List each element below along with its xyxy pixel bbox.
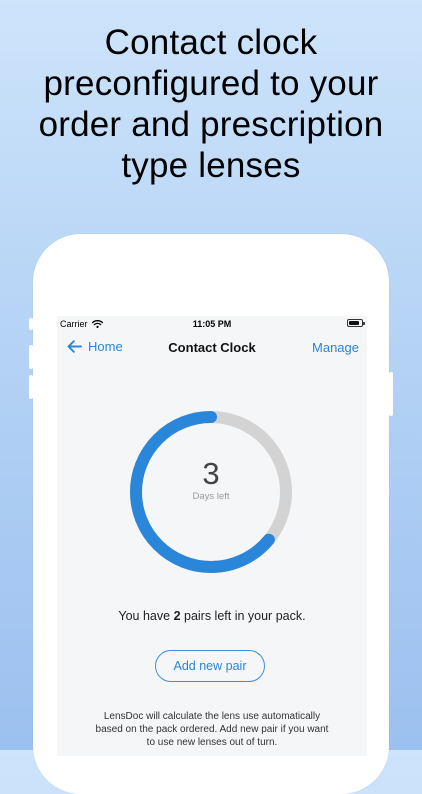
days-left-caption: Days left	[192, 491, 230, 502]
info-line: LensDoc will calculate the lens use auto…	[103, 711, 321, 722]
status-time: 11:05 PM	[192, 319, 232, 329]
phone-volume-down-button	[29, 375, 33, 399]
info-line: based on the pack ordered. Add new pair …	[95, 724, 329, 735]
headline-line: Contact clock	[104, 23, 318, 62]
pairs-left-count: 2	[173, 609, 181, 623]
headline-line: preconfigured to your	[43, 64, 379, 103]
promo-headline: Contact clock preconfigured to your orde…	[0, 22, 422, 186]
headline-line: order and prescription	[38, 105, 384, 144]
pairs-left-suffix: pairs left in your pack.	[180, 609, 306, 623]
phone-power-button	[389, 372, 393, 416]
status-bar: Carrier 11:05 PM	[57, 316, 367, 332]
phone-side-button	[29, 318, 33, 330]
phone-volume-up-button	[29, 345, 33, 369]
pairs-left-prefix: You have	[118, 609, 174, 623]
headline-line: type lenses	[121, 146, 301, 185]
days-left-value: 3	[202, 456, 220, 491]
pairs-left-text: You have 2 pairs left in your pack.	[57, 609, 367, 623]
app-screen: Carrier 11:05 PM Home Contact Clock Mana…	[57, 316, 367, 756]
add-new-pair-button[interactable]: Add new pair	[155, 650, 265, 682]
battery-fill	[349, 321, 360, 325]
info-line: to use new lenses out of turn.	[146, 737, 278, 748]
info-text: LensDoc will calculate the lens use auto…	[67, 710, 357, 749]
battery-icon	[347, 319, 365, 327]
manage-button[interactable]: Manage	[312, 340, 359, 355]
